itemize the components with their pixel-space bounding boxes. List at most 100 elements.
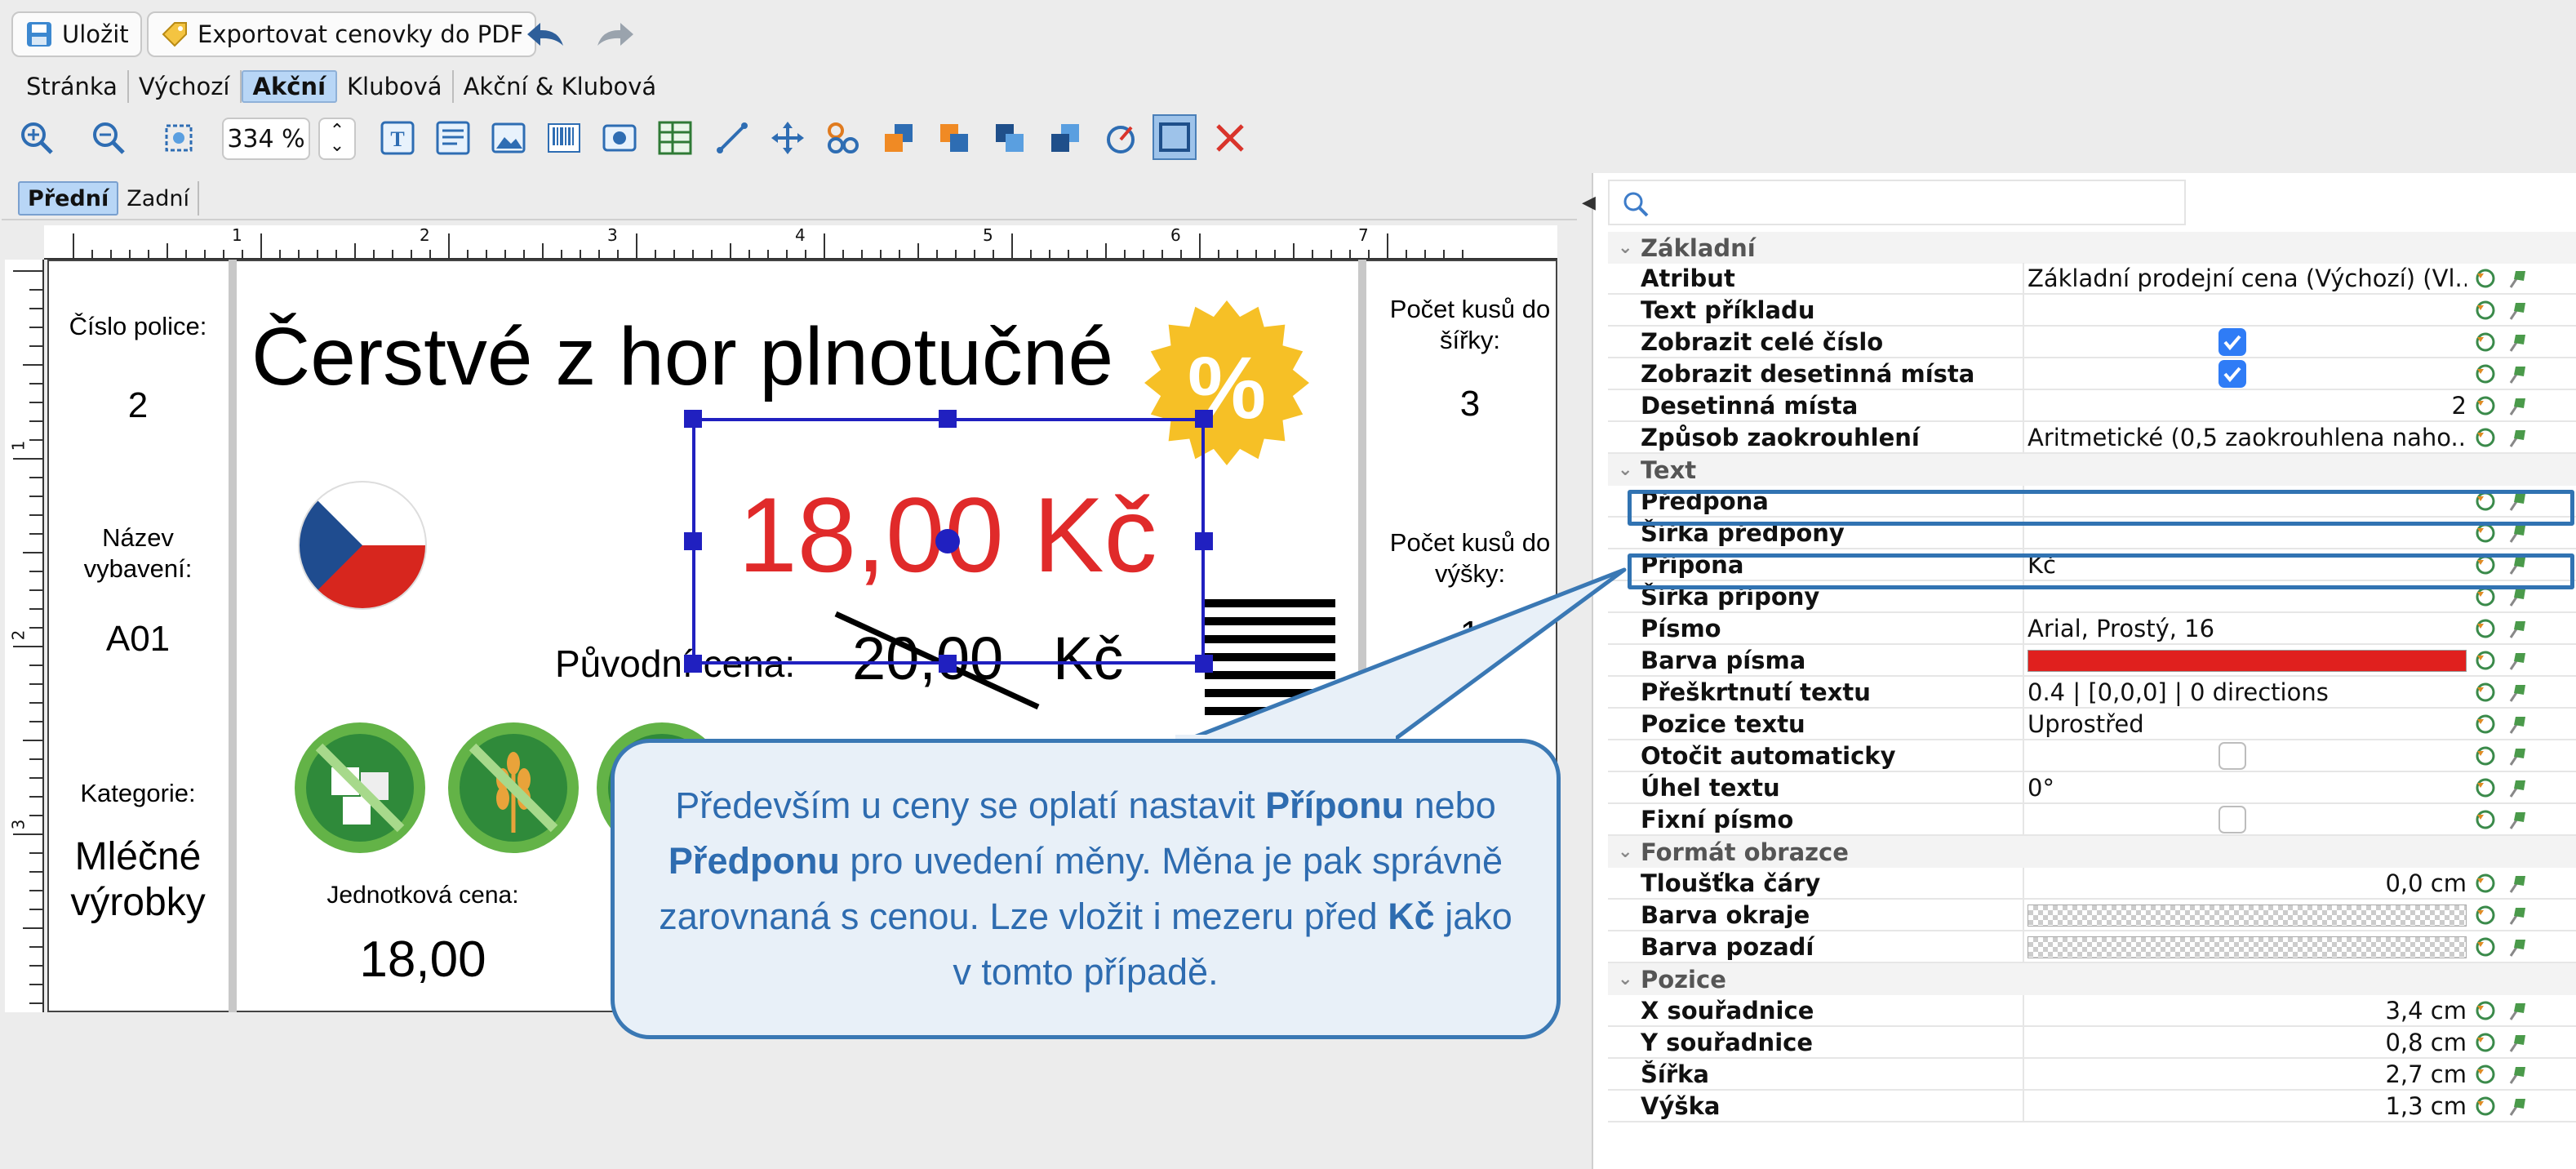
- pin-icon[interactable]: [2506, 903, 2530, 927]
- checkbox[interactable]: [2218, 742, 2246, 770]
- section-format[interactable]: ⌄ Formát obrazce: [1608, 836, 2576, 868]
- gluten-free-icon[interactable]: [444, 718, 583, 857]
- unit-price-label[interactable]: Jednotková cena:: [300, 882, 545, 909]
- redo-icon[interactable]: [593, 15, 638, 56]
- equipment-value[interactable]: A01: [54, 619, 222, 660]
- collapse-arrow-icon[interactable]: ⌄: [1618, 842, 1632, 862]
- pin-icon[interactable]: [2506, 266, 2530, 291]
- pin-icon[interactable]: [2506, 712, 2530, 736]
- unit-price-value[interactable]: 18,00: [300, 931, 545, 989]
- property-value[interactable]: 0,0 cm: [2027, 869, 2467, 897]
- checkbox[interactable]: [2218, 360, 2246, 388]
- reset-icon[interactable]: [2473, 998, 2498, 1023]
- tab-back[interactable]: Zadní: [118, 181, 200, 216]
- collapse-arrow-icon[interactable]: ⌄: [1618, 969, 1632, 989]
- barcode-tool-icon[interactable]: [545, 119, 583, 157]
- pin-icon[interactable]: [2506, 935, 2530, 959]
- reset-icon[interactable]: [2473, 298, 2498, 322]
- rotate-icon[interactable]: [1102, 119, 1139, 157]
- pin-icon[interactable]: [2506, 330, 2530, 354]
- width-count-value[interactable]: 3: [1368, 384, 1572, 424]
- property-row-whole[interactable]: Zobrazit celé číslo: [1608, 327, 2576, 358]
- no-sugar-icon[interactable]: [291, 718, 429, 857]
- width-count-label[interactable]: Počet kusů do šířky:: [1368, 294, 1572, 356]
- property-row-y[interactable]: Y souřadnice 0,8 cm: [1608, 1027, 2576, 1059]
- property-row-line_width[interactable]: Tloušťka čáry 0,0 cm: [1608, 868, 2576, 900]
- property-value[interactable]: 2,7 cm: [2027, 1060, 2467, 1088]
- property-row-strike[interactable]: Přeškrtnutí textu 0.4 | [0,0,0] | 0 direc…: [1608, 677, 2576, 709]
- reset-icon[interactable]: [2473, 1062, 2498, 1087]
- pin-icon[interactable]: [2506, 998, 2530, 1023]
- paragraph-tool-icon[interactable]: [434, 119, 472, 157]
- pin-icon[interactable]: [2506, 871, 2530, 896]
- property-row-fixed_font[interactable]: Fixní písmo: [1608, 804, 2576, 836]
- fit-icon[interactable]: [160, 119, 198, 157]
- save-button[interactable]: Uložit: [11, 11, 142, 57]
- collapse-panel-icon[interactable]: ◀: [1582, 193, 1596, 213]
- transparent-color-swatch[interactable]: [2027, 936, 2467, 958]
- property-row-font[interactable]: Písmo Arial, Prostý, 16: [1608, 613, 2576, 645]
- resize-handle[interactable]: [684, 655, 702, 673]
- property-row-decimals_show[interactable]: Zobrazit desetinná místa: [1608, 358, 2576, 390]
- resize-handle[interactable]: [939, 410, 957, 428]
- resize-handle[interactable]: [1195, 532, 1213, 550]
- reset-icon[interactable]: [2473, 744, 2498, 768]
- resize-handle[interactable]: [1195, 410, 1213, 428]
- transparent-color-swatch[interactable]: [2027, 905, 2467, 927]
- property-row-h[interactable]: Výška 1,3 cm: [1608, 1091, 2576, 1122]
- property-value[interactable]: 0.4 | [0,0,0] | 0 directions: [2027, 678, 2467, 706]
- reset-icon[interactable]: [2473, 266, 2498, 291]
- resize-handle[interactable]: [939, 655, 957, 673]
- zoom-in-icon[interactable]: [18, 119, 56, 157]
- bring-front-icon[interactable]: [880, 119, 917, 157]
- reset-icon[interactable]: [2473, 393, 2498, 418]
- reset-icon[interactable]: [2473, 425, 2498, 450]
- move-icon[interactable]: [769, 119, 806, 157]
- undo-icon[interactable]: [522, 15, 568, 56]
- property-row-w[interactable]: Šířka 2,7 cm: [1608, 1059, 2576, 1091]
- category-value[interactable]: Mléčné výrobky: [62, 834, 214, 926]
- property-row-border_color[interactable]: Barva okraje: [1608, 900, 2576, 931]
- table-tool-icon[interactable]: [656, 119, 694, 157]
- pin-icon[interactable]: [2506, 744, 2530, 768]
- property-row-decimals[interactable]: Desetinná místa 2: [1608, 390, 2576, 422]
- property-row-rounding[interactable]: Způsob zaokrouhlení Aritmetické (0,5 zaok…: [1608, 422, 2576, 454]
- tab-page[interactable]: Stránka: [16, 70, 129, 103]
- property-value[interactable]: 3,4 cm: [2027, 997, 2467, 1025]
- section-text[interactable]: ⌄ Text: [1608, 454, 2576, 486]
- pin-icon[interactable]: [2506, 776, 2530, 800]
- reset-icon[interactable]: [2473, 362, 2498, 386]
- property-value[interactable]: Arial, Prostý, 16: [2027, 615, 2467, 642]
- group-icon[interactable]: [824, 119, 862, 157]
- zoom-out-icon[interactable]: [90, 119, 127, 157]
- property-value[interactable]: 0,8 cm: [2027, 1029, 2467, 1056]
- reset-icon[interactable]: [2473, 1094, 2498, 1118]
- send-back-icon[interactable]: [935, 119, 973, 157]
- pin-icon[interactable]: [2506, 807, 2530, 832]
- section-basic[interactable]: ⌄ Základní: [1608, 232, 2576, 264]
- pin-icon[interactable]: [2506, 616, 2530, 641]
- product-title[interactable]: Čerstvé z hor plnotučné: [251, 310, 1113, 404]
- delete-icon[interactable]: [1211, 119, 1249, 157]
- font-color-swatch[interactable]: [2027, 650, 2467, 672]
- reset-icon[interactable]: [2473, 903, 2498, 927]
- section-position[interactable]: ⌄ Pozice: [1608, 963, 2576, 995]
- property-row-angle[interactable]: Úhel textu 0°: [1608, 772, 2576, 804]
- reset-icon[interactable]: [2473, 935, 2498, 959]
- property-row-bg_color[interactable]: Barva pozadí: [1608, 931, 2576, 963]
- chevron-down-icon[interactable]: ⌄: [330, 137, 344, 155]
- reset-icon[interactable]: [2473, 616, 2498, 641]
- pin-icon[interactable]: [2506, 425, 2530, 450]
- reset-icon[interactable]: [2473, 871, 2498, 896]
- property-row-auto_rotate[interactable]: Otočit automaticky: [1608, 740, 2576, 772]
- shelf-value[interactable]: 2: [54, 385, 222, 426]
- reset-icon[interactable]: [2473, 330, 2498, 354]
- image-tool-icon[interactable]: [490, 119, 527, 157]
- property-value[interactable]: Aritmetické (0,5 zaokrouhlena naho...: [2027, 424, 2467, 451]
- pin-icon[interactable]: [2506, 680, 2530, 705]
- property-value[interactable]: Uprostřed: [2027, 710, 2467, 738]
- frame-icon[interactable]: [1153, 114, 1197, 160]
- tab-front[interactable]: Přední: [18, 181, 119, 216]
- property-row-font_color[interactable]: Barva písma: [1608, 645, 2576, 677]
- property-value[interactable]: 0°: [2027, 774, 2467, 802]
